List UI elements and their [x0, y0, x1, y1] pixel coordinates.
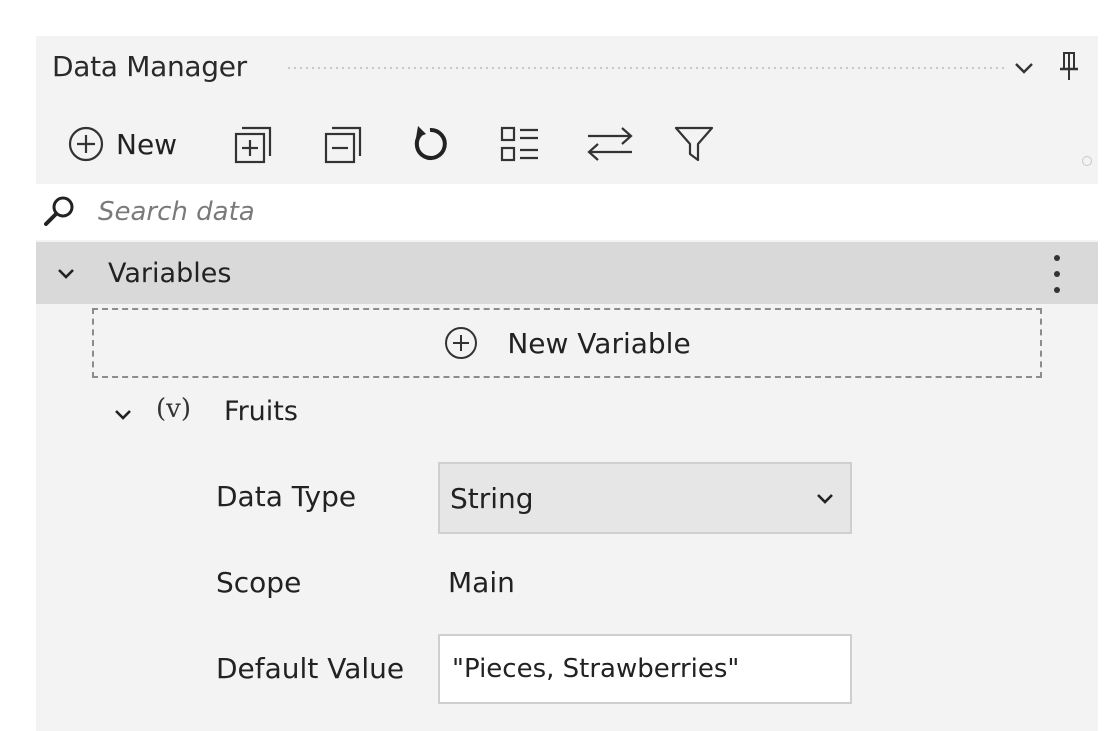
new-variable-label: New Variable — [507, 326, 691, 360]
swap-button[interactable] — [584, 116, 636, 172]
chevron-down-icon[interactable] — [54, 262, 78, 286]
section-header-variables[interactable]: Variables — [36, 242, 1098, 304]
search-input[interactable] — [98, 192, 998, 232]
data-type-label: Data Type — [216, 480, 357, 513]
data-type-select[interactable]: String — [438, 462, 852, 534]
scope-label: Scope — [216, 566, 302, 599]
data-type-value: String — [450, 482, 534, 515]
add-circle-icon — [66, 124, 106, 164]
expand-all-button[interactable] — [232, 116, 276, 172]
search-icon — [42, 194, 76, 228]
search-bar — [36, 184, 1098, 240]
chevron-down-icon[interactable] — [112, 404, 134, 426]
chevron-down-icon — [814, 488, 836, 510]
new-button-label: New — [116, 127, 178, 161]
pin-icon[interactable] — [1058, 50, 1080, 82]
list-view-button[interactable] — [498, 116, 542, 172]
section-label: Variables — [108, 258, 232, 289]
add-circle-icon — [443, 325, 479, 361]
scope-value: Main — [448, 566, 515, 599]
collapse-all-button[interactable] — [322, 116, 366, 172]
new-variable-button[interactable]: New Variable — [92, 308, 1042, 378]
refresh-icon — [408, 122, 452, 166]
toolbar: New — [36, 116, 1098, 176]
more-options-icon[interactable] — [1048, 248, 1066, 300]
chevron-down-icon[interactable] — [1012, 56, 1036, 80]
default-value-label: Default Value — [216, 652, 405, 685]
default-value-input[interactable] — [438, 634, 852, 704]
resize-handle[interactable] — [1082, 156, 1092, 166]
list-view-icon — [498, 122, 542, 166]
panel-title: Data Manager — [52, 50, 247, 83]
swap-icon — [584, 122, 636, 166]
variable-name: Fruits — [224, 396, 298, 427]
panel-titlebar: Data Manager — [36, 36, 1098, 98]
expand-all-icon — [232, 122, 276, 166]
filter-icon — [672, 122, 716, 166]
filter-button[interactable] — [672, 116, 716, 172]
variable-row[interactable]: (v) Fruits — [106, 392, 506, 436]
new-button[interactable]: New — [66, 116, 177, 172]
refresh-button[interactable] — [408, 116, 452, 172]
variable-type-icon: (v) — [156, 394, 191, 424]
collapse-all-icon — [322, 122, 366, 166]
data-manager-panel: Data Manager New Search data Variables N… — [36, 36, 1098, 731]
title-drag-grip[interactable] — [286, 66, 1006, 70]
